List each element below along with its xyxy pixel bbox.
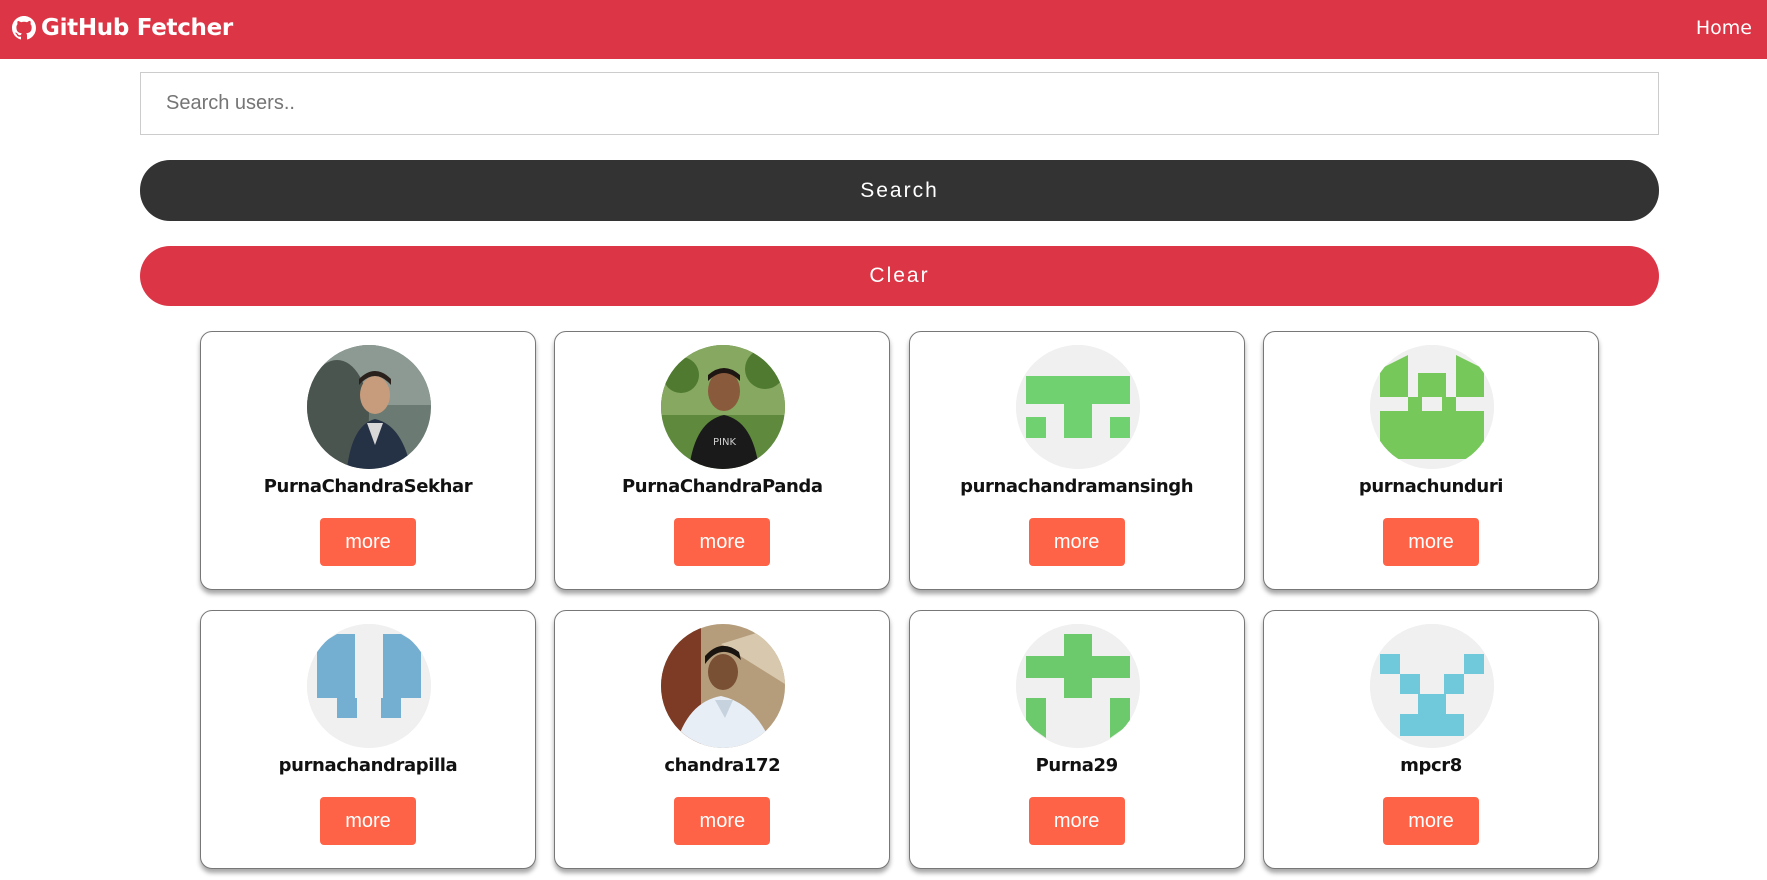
navbar: GitHub Fetcher Home <box>0 0 1767 59</box>
avatar <box>661 624 786 748</box>
avatar <box>307 624 431 748</box>
more-button[interactable]: more <box>674 797 771 845</box>
user-card: Purna29 more <box>908 610 1245 869</box>
avatar <box>1369 345 1494 469</box>
user-card: PurnaChandraSekhar more <box>200 331 536 590</box>
github-icon <box>12 15 36 40</box>
brand[interactable]: GitHub Fetcher <box>12 0 233 55</box>
username: Purna29 <box>1035 755 1118 776</box>
username: mpcr8 <box>1400 755 1462 776</box>
user-grid: PurnaChandraSekhar more PINK PurnaChandr… <box>200 331 1599 869</box>
username: PurnaChandraPanda <box>622 476 823 497</box>
username: PurnaChandraSekhar <box>263 476 473 497</box>
username: purnachandrapilla <box>278 755 458 776</box>
avatar <box>1369 624 1494 748</box>
user-card: chandra172 more <box>554 610 891 869</box>
search-input[interactable] <box>140 72 1659 135</box>
username: purnachandramansingh <box>960 476 1194 497</box>
brand-title: GitHub Fetcher <box>41 14 233 41</box>
avatar <box>1015 345 1140 469</box>
user-card: purnachunduri more <box>1262 331 1599 590</box>
more-button[interactable]: more <box>674 518 771 566</box>
username: purnachunduri <box>1358 476 1504 497</box>
user-card: purnachandramansingh more <box>908 331 1245 590</box>
user-card: mpcr8 more <box>1262 610 1599 869</box>
more-button[interactable]: more <box>320 797 416 845</box>
username: chandra172 <box>664 755 781 776</box>
user-card: purnachandrapilla more <box>200 610 536 869</box>
nav-home-link[interactable]: Home <box>1696 0 1752 55</box>
more-button[interactable]: more <box>1028 797 1125 845</box>
avatar <box>1015 624 1140 748</box>
user-card: PINK PurnaChandraPanda more <box>554 331 891 590</box>
more-button[interactable]: more <box>1382 518 1479 566</box>
avatar: PINK <box>661 345 786 469</box>
search-button[interactable]: Search <box>140 160 1659 221</box>
more-button[interactable]: more <box>1382 797 1479 845</box>
more-button[interactable]: more <box>1028 518 1125 566</box>
clear-button[interactable]: Clear <box>140 246 1659 306</box>
svg-text:PINK: PINK <box>713 437 736 448</box>
avatar <box>307 345 431 469</box>
more-button[interactable]: more <box>320 518 416 566</box>
